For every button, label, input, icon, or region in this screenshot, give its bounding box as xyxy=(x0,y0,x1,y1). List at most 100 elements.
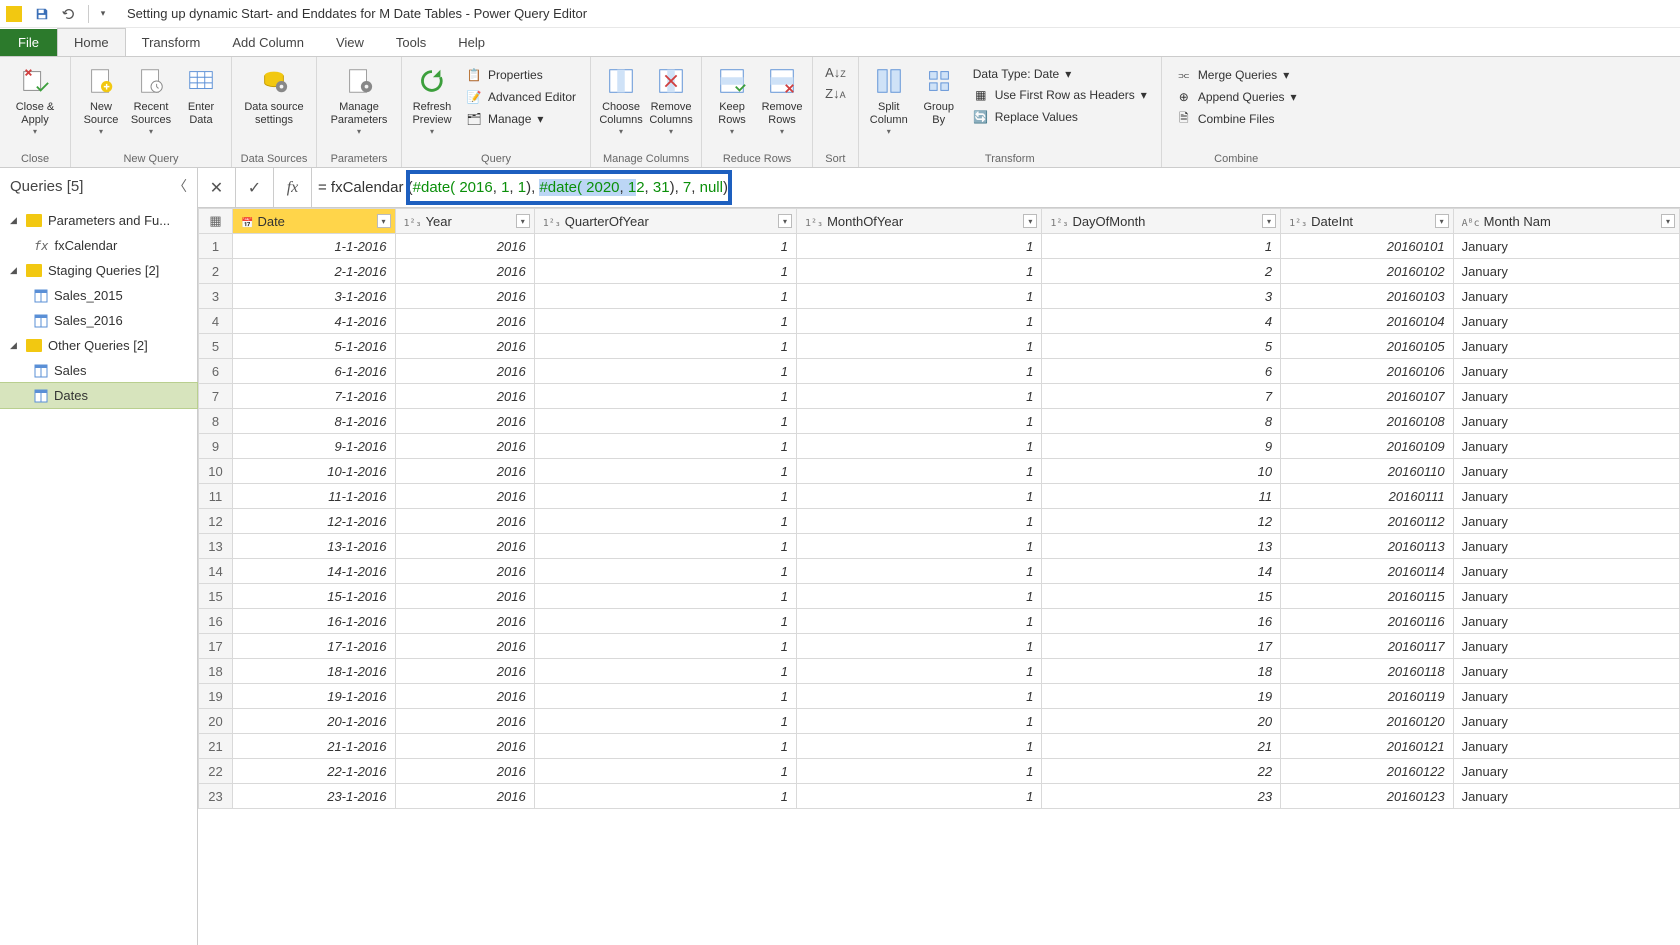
advanced-editor-button[interactable]: 📝Advanced Editor xyxy=(462,87,580,107)
tree-group[interactable]: ◢Staging Queries [2] xyxy=(0,258,197,283)
table-row[interactable]: 2323-1-20162016112320160123January xyxy=(199,784,1680,809)
tab-add-column[interactable]: Add Column xyxy=(216,29,320,56)
manage-parameters-button[interactable]: Manage Parameters xyxy=(323,61,395,140)
table-row[interactable]: 99-1-2016201611920160109January xyxy=(199,434,1680,459)
choose-columns-label: Choose Columns xyxy=(599,101,642,126)
column-header[interactable]: AᴮcMonth Nam▾ xyxy=(1453,209,1679,234)
first-row-headers-button[interactable]: ▦Use First Row as Headers ▾ xyxy=(969,85,1151,105)
merge-queries-button[interactable]: ⫗Merge Queries ▾ xyxy=(1172,65,1301,85)
sort-asc-button[interactable]: A↓Z xyxy=(825,65,846,80)
table-row[interactable]: 11-1-2016201611120160101January xyxy=(199,234,1680,259)
table-row[interactable]: 1414-1-20162016111420160114January xyxy=(199,559,1680,584)
replace-values-button[interactable]: 🔄Replace Values xyxy=(969,107,1151,127)
choose-columns-button[interactable]: Choose Columns xyxy=(597,61,645,140)
formula-input[interactable]: = fxCalendar (#date( 2016, 1, 1), #date(… xyxy=(312,168,1680,207)
tree-item[interactable]: Sales_2015 xyxy=(0,283,197,308)
refresh-icon xyxy=(416,65,448,97)
data-source-settings-button[interactable]: Data source settings xyxy=(238,61,310,130)
keep-rows-button[interactable]: Keep Rows xyxy=(708,61,756,140)
tab-view[interactable]: View xyxy=(320,29,380,56)
choose-columns-icon xyxy=(605,65,637,97)
tab-file[interactable]: File xyxy=(0,29,57,56)
remove-rows-button[interactable]: Remove Rows xyxy=(758,61,806,140)
recent-sources-button[interactable]: Recent Sources xyxy=(127,61,175,140)
tree-item[interactable]: fxfxCalendar xyxy=(0,233,197,258)
remove-columns-button[interactable]: Remove Columns xyxy=(647,61,695,140)
tree-group[interactable]: ◢Other Queries [2] xyxy=(0,333,197,358)
undo-button[interactable] xyxy=(58,4,78,24)
column-header[interactable]: 1²₃QuarterOfYear▾ xyxy=(534,209,796,234)
table-row[interactable]: 1212-1-20162016111220160112January xyxy=(199,509,1680,534)
data-type-button[interactable]: Data Type: Date ▾ xyxy=(969,65,1151,83)
tab-help[interactable]: Help xyxy=(442,29,501,56)
group-by-button[interactable]: Group By xyxy=(915,61,963,130)
table-row[interactable]: 1919-1-20162016111920160119January xyxy=(199,684,1680,709)
table-row[interactable]: 77-1-2016201611720160107January xyxy=(199,384,1680,409)
table-row[interactable]: 66-1-2016201611620160106January xyxy=(199,359,1680,384)
combine-files-button[interactable]: 🗎Combine Files xyxy=(1172,109,1301,129)
tree-item[interactable]: Dates xyxy=(0,383,197,408)
properties-button[interactable]: 📋 Properties xyxy=(462,65,580,85)
column-filter-button[interactable]: ▾ xyxy=(1023,214,1037,228)
tab-home[interactable]: Home xyxy=(57,28,126,56)
title-bar: ▾ Setting up dynamic Start- and Enddates… xyxy=(0,0,1680,28)
fx-button[interactable]: fx xyxy=(274,168,312,207)
qat-dropdown[interactable]: ▾ xyxy=(93,4,113,24)
combine-icon: 🗎 xyxy=(1176,111,1192,127)
save-button[interactable] xyxy=(32,4,52,24)
append-queries-button[interactable]: ⊕Append Queries ▾ xyxy=(1172,87,1301,107)
table-row[interactable]: 33-1-2016201611320160103January xyxy=(199,284,1680,309)
new-source-button[interactable]: New Source xyxy=(77,61,125,140)
column-filter-button[interactable]: ▾ xyxy=(1435,214,1449,228)
tab-tools[interactable]: Tools xyxy=(380,29,442,56)
properties-icon: 📋 xyxy=(466,67,482,83)
collapse-queries-button[interactable]: 〈 xyxy=(173,176,187,196)
table-row[interactable]: 2121-1-20162016112120160121January xyxy=(199,734,1680,759)
table-row[interactable]: 1616-1-20162016111620160116January xyxy=(199,609,1680,634)
tree-item[interactable]: Sales_2016 xyxy=(0,308,197,333)
table-row[interactable]: 1010-1-20162016111020160110January xyxy=(199,459,1680,484)
table-corner[interactable]: ▦ xyxy=(199,209,233,234)
new-source-icon xyxy=(85,65,117,97)
column-filter-button[interactable]: ▾ xyxy=(377,214,391,228)
split-column-label: Split Column xyxy=(870,101,908,126)
column-header[interactable]: 📅Date▾ xyxy=(233,209,396,234)
data-grid[interactable]: ▦📅Date▾1²₃Year▾1²₃QuarterOfYear▾1²₃Month… xyxy=(198,208,1680,945)
table-row[interactable]: 55-1-2016201611520160105January xyxy=(199,334,1680,359)
table-row[interactable]: 1818-1-20162016111820160118January xyxy=(199,659,1680,684)
column-filter-button[interactable]: ▾ xyxy=(1262,214,1276,228)
column-filter-button[interactable]: ▾ xyxy=(516,214,530,228)
table-row[interactable]: 2020-1-20162016112020160120January xyxy=(199,709,1680,734)
recent-sources-label: Recent Sources xyxy=(131,101,171,126)
properties-label: Properties xyxy=(488,68,543,82)
column-filter-button[interactable]: ▾ xyxy=(1661,214,1675,228)
close-apply-button[interactable]: Close & Apply xyxy=(6,61,64,140)
column-header[interactable]: 1²₃Year▾ xyxy=(395,209,534,234)
split-column-button[interactable]: Split Column xyxy=(865,61,913,140)
table-row[interactable]: 1313-1-20162016111320160113January xyxy=(199,534,1680,559)
refresh-preview-button[interactable]: Refresh Preview xyxy=(408,61,456,140)
tab-transform[interactable]: Transform xyxy=(126,29,217,56)
column-header[interactable]: 1²₃MonthOfYear▾ xyxy=(797,209,1042,234)
column-filter-button[interactable]: ▾ xyxy=(778,214,792,228)
group-query-label: Query xyxy=(408,151,584,165)
cancel-formula-button[interactable]: ✕ xyxy=(198,168,236,207)
table-row[interactable]: 1515-1-20162016111520160115January xyxy=(199,584,1680,609)
table-row[interactable]: 88-1-2016201611820160108January xyxy=(199,409,1680,434)
tree-group[interactable]: ◢Parameters and Fu... xyxy=(0,208,197,233)
table-row[interactable]: 1717-1-20162016111720160117January xyxy=(199,634,1680,659)
table-row[interactable]: 1111-1-20162016111120160111January xyxy=(199,484,1680,509)
manage-button[interactable]: 🗂Manage ▾ xyxy=(462,109,580,129)
keep-rows-label: Keep Rows xyxy=(718,101,746,126)
window-title: Setting up dynamic Start- and Enddates f… xyxy=(127,6,587,21)
enter-data-button[interactable]: Enter Data xyxy=(177,61,225,130)
enter-data-icon xyxy=(185,65,217,97)
column-header[interactable]: 1²₃DateInt▾ xyxy=(1281,209,1454,234)
sort-desc-button[interactable]: Z↓A xyxy=(825,86,845,101)
table-row[interactable]: 22-1-2016201611220160102January xyxy=(199,259,1680,284)
column-header[interactable]: 1²₃DayOfMonth▾ xyxy=(1042,209,1281,234)
table-row[interactable]: 2222-1-20162016112220160122January xyxy=(199,759,1680,784)
table-row[interactable]: 44-1-2016201611420160104January xyxy=(199,309,1680,334)
commit-formula-button[interactable]: ✓ xyxy=(236,168,274,207)
tree-item[interactable]: Sales xyxy=(0,358,197,383)
